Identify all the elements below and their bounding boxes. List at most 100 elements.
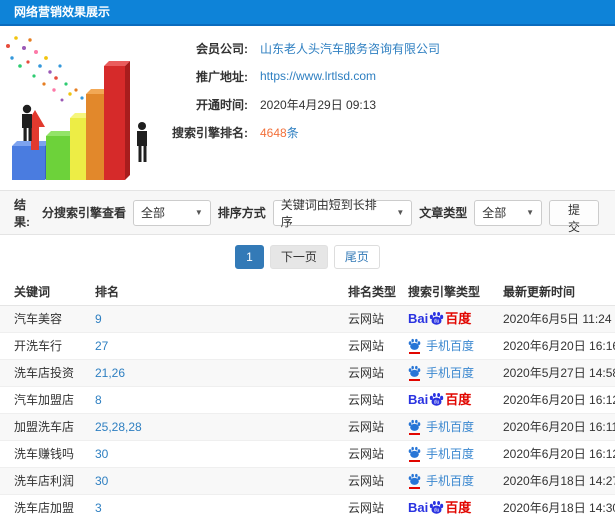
updated-cell: 2020年6月20日 16:12 — [503, 440, 615, 468]
sort-select[interactable]: 关键词由短到长排序 ▼ — [272, 198, 413, 229]
page: 网络营销效果展示 会员公司: 山东老人头汽车服务咨询有限公司 推广地址: htt… — [0, 0, 615, 520]
engine-filter-label: 分搜索引擎查看 — [41, 206, 126, 220]
mobile-baidu-badge: 手机百度 — [408, 364, 474, 381]
confetti-dots — [6, 36, 90, 106]
baidu-paw-icon — [408, 473, 421, 489]
baidu-paw-icon — [408, 446, 421, 462]
pagination: 1 下一页 尾页 — [0, 235, 615, 278]
rank-link[interactable]: 25,28,28 — [95, 420, 142, 434]
baidu-paw-icon: du — [430, 312, 444, 325]
mobile-baidu-badge: 手机百度 — [408, 472, 474, 489]
next-page-button[interactable]: 下一页 — [269, 244, 328, 269]
col-header-updated: 最新更新时间 — [503, 278, 615, 306]
info-section: 会员公司: 山东老人头汽车服务咨询有限公司 推广地址: https://www.… — [0, 26, 615, 190]
results-table: 关键词 排名 排名类型 搜索引擎类型 最新更新时间 汽车美容 9 云网站 Bai… — [0, 278, 615, 520]
bar-chart-illustration — [0, 26, 170, 186]
sort-value: 关键词由短到长排序 — [280, 197, 377, 229]
chevron-down-icon: ▼ — [194, 208, 203, 217]
chevron-down-icon: ▼ — [396, 208, 405, 217]
baidu-paw-icon: du — [430, 501, 444, 514]
table-row: 洗车店投资 21,26 云网站 手机百度 2020年5月27日 14:58 — [0, 359, 615, 387]
rank-type-cell: 云网站 — [348, 359, 408, 387]
filter-controls: 分搜索引擎查看 全部 ▼ 排序方式 关键词由短到长排序 ▼ 文章类型 全部 ▼ … — [41, 198, 601, 234]
updated-cell: 2020年6月18日 14:27 — [503, 467, 615, 495]
info-row-open-time: 开通时间: 2020年4月29日 09:13 — [170, 90, 615, 118]
rank-type-cell: 云网站 — [348, 494, 408, 520]
mobile-baidu-badge: 手机百度 — [408, 337, 474, 354]
info-row-engine-rank: 搜索引擎排名: 4648条 — [170, 118, 615, 146]
baidu-logo: Bai du 百度 — [408, 311, 472, 326]
member-company-link[interactable]: 山东老人头汽车服务咨询有限公司 — [260, 42, 440, 56]
engine-filter-select[interactable]: 全部 ▼ — [132, 199, 211, 226]
keyword-cell: 汽车美容 — [0, 305, 95, 333]
rank-type-cell: 云网站 — [348, 467, 408, 495]
rank-link[interactable]: 21,26 — [95, 366, 125, 380]
updated-cell: 2020年6月20日 16:16 — [503, 332, 615, 360]
rank-link[interactable]: 3 — [95, 501, 102, 515]
member-company-label: 会员公司: — [196, 41, 248, 56]
promo-url-link[interactable]: https://www.lrtlsd.com — [260, 69, 376, 83]
table-row: 汽车加盟店 8 云网站 Bai du 百度 2020年6月20日 16:12 — [0, 386, 615, 414]
engine-rank-unit: 条 — [286, 125, 299, 140]
rank-link[interactable]: 27 — [95, 339, 108, 353]
updated-cell: 2020年5月27日 14:58 — [503, 359, 615, 387]
svg-text:du: du — [434, 400, 440, 406]
engine-rank-count: 4648 — [260, 125, 287, 140]
page-1-button[interactable]: 1 — [235, 244, 264, 269]
rank-link[interactable]: 30 — [95, 474, 108, 488]
keyword-cell: 开洗车行 — [0, 332, 95, 360]
rank-type-cell: 云网站 — [348, 440, 408, 468]
baidu-paw-icon — [408, 419, 421, 435]
rank-type-cell: 云网站 — [348, 413, 408, 441]
baidu-logo: Bai du 百度 — [408, 500, 472, 515]
rank-link[interactable]: 8 — [95, 393, 102, 407]
engine-rank-label: 搜索引擎排名: — [172, 125, 248, 140]
last-page-button[interactable]: 尾页 — [333, 244, 380, 269]
info-row-site: 推广地址: https://www.lrtlsd.com — [170, 62, 615, 90]
app-header: 网络营销效果展示 — [0, 0, 615, 26]
bar-red — [104, 61, 130, 180]
article-type-label: 文章类型 — [419, 206, 468, 220]
table-row: 汽车美容 9 云网站 Bai du 百度 2020年6月5日 11:24 — [0, 305, 615, 333]
chevron-down-icon: ▼ — [526, 208, 535, 217]
info-row-member: 会员公司: 山东老人头汽车服务咨询有限公司 — [170, 34, 615, 62]
updated-cell: 2020年6月20日 16:11 — [503, 413, 615, 441]
mobile-baidu-badge: 手机百度 — [408, 445, 474, 462]
article-type-select[interactable]: 全部 ▼ — [474, 199, 543, 226]
table-row: 洗车赚钱吗 30 云网站 手机百度 2020年6月20日 16:12 — [0, 440, 615, 468]
engine-filter-value: 全部 — [140, 206, 165, 220]
col-header-rank-type: 排名类型 — [348, 278, 408, 306]
person-left — [22, 104, 32, 141]
col-header-keyword: 关键词 — [0, 278, 95, 306]
svg-text:du: du — [434, 508, 440, 514]
keyword-cell: 洗车店加盟 — [0, 494, 95, 520]
rank-type-cell: 云网站 — [348, 332, 408, 360]
keyword-cell: 洗车赚钱吗 — [0, 440, 95, 468]
bar-chart-illustration-svg — [6, 36, 147, 180]
open-time-value: 2020年4月29日 09:13 — [260, 97, 377, 112]
baidu-logo: Bai du 百度 — [408, 392, 472, 407]
rank-link[interactable]: 9 — [95, 312, 102, 326]
baidu-paw-icon: du — [430, 393, 444, 406]
updated-cell: 2020年6月5日 11:24 — [503, 305, 615, 333]
sort-label: 排序方式 — [217, 206, 266, 220]
baidu-paw-icon — [408, 365, 421, 381]
keyword-cell: 洗车店利润 — [0, 467, 95, 495]
submit-button[interactable]: 提交 — [549, 199, 599, 234]
svg-text:du: du — [434, 319, 440, 325]
table-header-row: 关键词 排名 排名类型 搜索引擎类型 最新更新时间 — [0, 278, 615, 306]
page-title: 网络营销效果展示 — [14, 5, 111, 19]
promo-url-label: 推广地址: — [196, 69, 248, 84]
col-header-engine-type: 搜索引擎类型 — [408, 278, 503, 306]
col-header-rank: 排名 — [95, 278, 348, 306]
filter-bar: 结果: 分搜索引擎查看 全部 ▼ 排序方式 关键词由短到长排序 ▼ 文章类型 全… — [0, 190, 615, 235]
article-type-value: 全部 — [482, 206, 507, 220]
keyword-cell: 洗车店投资 — [0, 359, 95, 387]
rank-type-cell: 云网站 — [348, 386, 408, 414]
table-row: 加盟洗车店 25,28,28 云网站 手机百度 2020年6月20日 16:11 — [0, 413, 615, 441]
mobile-baidu-badge: 手机百度 — [408, 418, 474, 435]
rank-link[interactable]: 30 — [95, 447, 108, 461]
keyword-cell: 汽车加盟店 — [0, 386, 95, 414]
keyword-cell: 加盟洗车店 — [0, 413, 95, 441]
updated-cell: 2020年6月20日 16:12 — [503, 386, 615, 414]
